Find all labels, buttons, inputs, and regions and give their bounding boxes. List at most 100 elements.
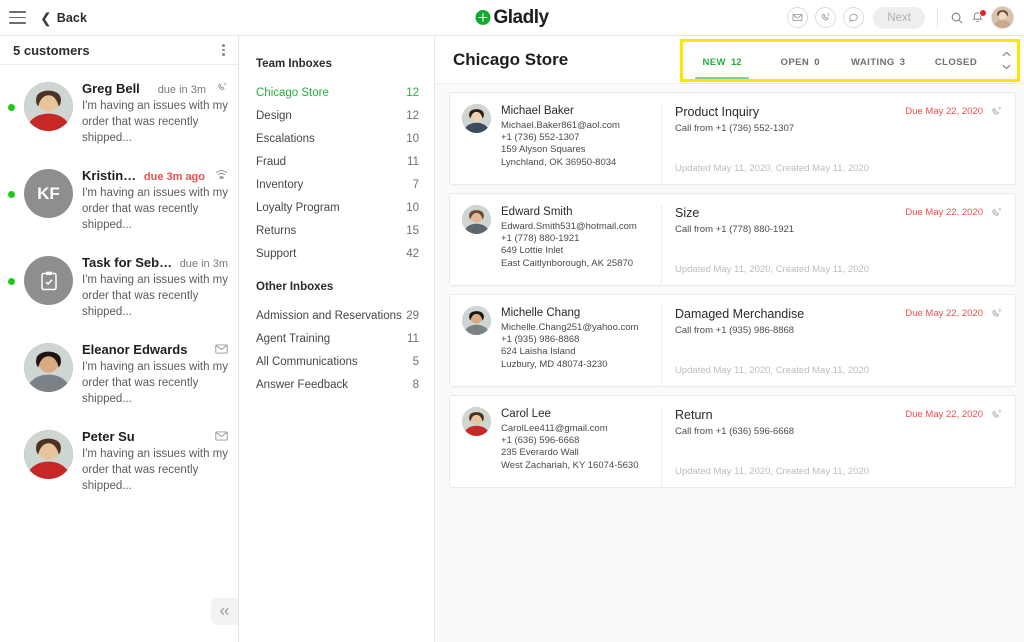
inbox-section-gap [256,265,419,281]
customer-list-item[interactable]: Eleanor Edwards I'm having an issues wit… [0,329,238,416]
customers-count-label: 5 customers [13,42,90,58]
avatar-initials: KF [37,183,60,203]
customer-list-item[interactable]: Task for Sebasta... due in 3m I'm having… [0,242,238,329]
phone-ring-icon[interactable] [990,306,1003,325]
hamburger-menu-icon[interactable] [9,11,26,24]
card-conversation-column: Size Call from +1 (778) 880-1921 Due May… [662,205,1015,285]
team-inbox-support[interactable]: Support 42 [256,242,419,265]
tab-closed[interactable]: CLOSED [917,42,995,79]
phone-ring-icon[interactable] [815,7,837,28]
team-inbox-chicago-store[interactable]: Chicago Store 12 [256,81,419,104]
back-button[interactable]: ❮ Back [40,11,87,25]
customer-list-item[interactable]: Peter Su I'm having an issues with my ord… [0,416,238,503]
inbox-count: 12 [406,86,419,99]
contact-details: Carol Lee CarolLee411@gmail.com +1 (636)… [501,407,639,487]
inbox-label: Design [256,109,292,122]
card-contact-column: Edward Smith Edward.Smith531@hotmail.com… [450,205,662,285]
customer-due-label: due 3m ago [143,171,205,183]
collapse-panel-button[interactable] [211,598,238,625]
team-inbox-loyalty-program[interactable]: Loyalty Program 10 [256,196,419,219]
notification-badge [979,9,987,17]
phone-ring-icon [216,81,228,93]
card-topic-block: Product Inquiry Call from +1 (736) 552-1… [675,104,794,134]
contact-details: Michelle Chang Michelle.Chang251@yahoo.c… [501,306,638,386]
tab-new[interactable]: NEW 12 [683,42,761,79]
team-inbox-inventory[interactable]: Inventory 7 [256,173,419,196]
chat-bubble-icon[interactable] [843,7,865,28]
conversation-due-date: Due May 22, 2020 [905,106,983,117]
conversation-timestamps: Updated May 11, 2020, Created May 11, 20… [675,466,869,477]
customer-due-label: due in 3m [179,258,228,270]
avatar [24,430,73,479]
topbar-divider [937,8,938,27]
other-inbox-all-communications[interactable]: All Communications 5 [256,350,419,373]
other-inbox-answer-feedback[interactable]: Answer Feedback 8 [256,373,419,396]
tab-open[interactable]: OPEN 0 [761,42,839,79]
team-inbox-escalations[interactable]: Escalations 10 [256,127,419,150]
customer-message-snippet: I'm having an issues with my order that w… [82,361,229,405]
tabs-scroll-controls[interactable] [995,42,1017,79]
avatar [24,82,73,131]
conversation-card[interactable]: Michael Baker Michael.Baker861@aol.com +… [449,92,1016,185]
conversation-card[interactable]: Michelle Chang Michelle.Chang251@yahoo.c… [449,294,1016,387]
inbox-label: Escalations [256,132,315,145]
page-title: Chicago Store [453,49,569,69]
contact-email: Michelle.Chang251@yahoo.com [501,321,639,333]
tab-label: OPEN [780,57,810,68]
conversation-card[interactable]: Edward Smith Edward.Smith531@hotmail.com… [449,193,1016,286]
inbox-label: Admission and Reservations [256,309,402,322]
chevron-left-icon: ❮ [40,9,52,26]
tab-waiting[interactable]: WAITING 3 [839,42,917,79]
inbox-label: Inventory [256,178,304,191]
gladly-logo: Gladly [475,7,549,29]
user-avatar[interactable] [991,6,1014,29]
clipboard-task-icon [40,271,57,290]
customer-list[interactable]: Greg Bell due in 3m I'm having an issues… [0,65,238,642]
online-status-dot [8,365,15,372]
contact-email: Edward.Smith531@hotmail.com [501,220,637,232]
search-icon[interactable] [950,11,964,25]
inbox-count: 12 [406,109,419,122]
team-inbox-returns[interactable]: Returns 15 [256,219,419,242]
envelope-icon[interactable] [787,7,809,28]
customer-list-item[interactable]: Greg Bell due in 3m I'm having an issues… [0,68,238,155]
notifications-bell-icon[interactable] [971,9,987,24]
customer-title-row: Task for Sebasta... due in 3m [82,255,228,270]
inbox-label: Agent Training [256,332,331,345]
team-inbox-list: Chicago Store 12 Design 12 Escalations 10 F… [256,81,419,265]
customer-message-snippet: I'm having an issues with my order that w… [82,100,229,144]
customer-summary: Kristin Fisher due 3m ago I'm having an … [82,164,228,233]
customer-summary: Task for Sebasta... due in 3m I'm having… [82,251,228,320]
contact-email: CarolLee411@gmail.com [501,422,608,434]
contact-address-line1: 649 Lottie Inlet [501,245,564,257]
card-contact-column: Michelle Chang Michelle.Chang251@yahoo.c… [450,306,662,386]
customer-summary: Greg Bell due in 3m I'm having an issues… [82,77,228,146]
contact-email: Michael.Baker861@aol.com [501,119,620,131]
tab-active-underline [773,77,828,79]
customers-panel-header: 5 customers [0,36,238,65]
conversation-card[interactable]: Carol Lee CarolLee411@gmail.com +1 (636)… [449,395,1016,488]
tab-text: CLOSED [935,57,977,77]
other-inbox-agent-training[interactable]: Agent Training 11 [256,327,419,350]
inbox-count: 8 [412,378,419,391]
contact-name: Edward Smith [501,206,573,218]
team-inbox-fraud[interactable]: Fraud 11 [256,150,419,173]
phone-ring-icon[interactable] [990,407,1003,426]
other-inbox-admission-and-reservations[interactable]: Admission and Reservations 29 [256,304,419,327]
team-inbox-design[interactable]: Design 12 [256,104,419,127]
conversation-due-date: Due May 22, 2020 [905,308,983,319]
customer-name: Greg Bell [82,81,140,96]
avatar [462,407,491,436]
customers-overflow-menu-icon[interactable] [220,41,227,59]
card-contact-column: Michael Baker Michael.Baker861@aol.com +… [450,104,662,184]
contact-address-line2: Luzbury, MD 48074-3230 [501,358,608,370]
phone-ring-icon[interactable] [990,205,1003,224]
next-button[interactable]: Next [873,6,925,29]
phone-ring-icon[interactable] [990,104,1003,123]
customer-title-row: Eleanor Edwards [82,342,228,357]
inbox-header: Chicago Store NEW 12 OPEN 0 WAITING 3 CL… [435,36,1024,84]
avatar [24,256,73,305]
envelope-icon [215,344,228,354]
status-tabs-highlighted-region: NEW 12 OPEN 0 WAITING 3 CLOSED [680,39,1020,82]
customer-list-item[interactable]: KF Kristin Fisher due 3m ago I'm having … [0,155,238,242]
